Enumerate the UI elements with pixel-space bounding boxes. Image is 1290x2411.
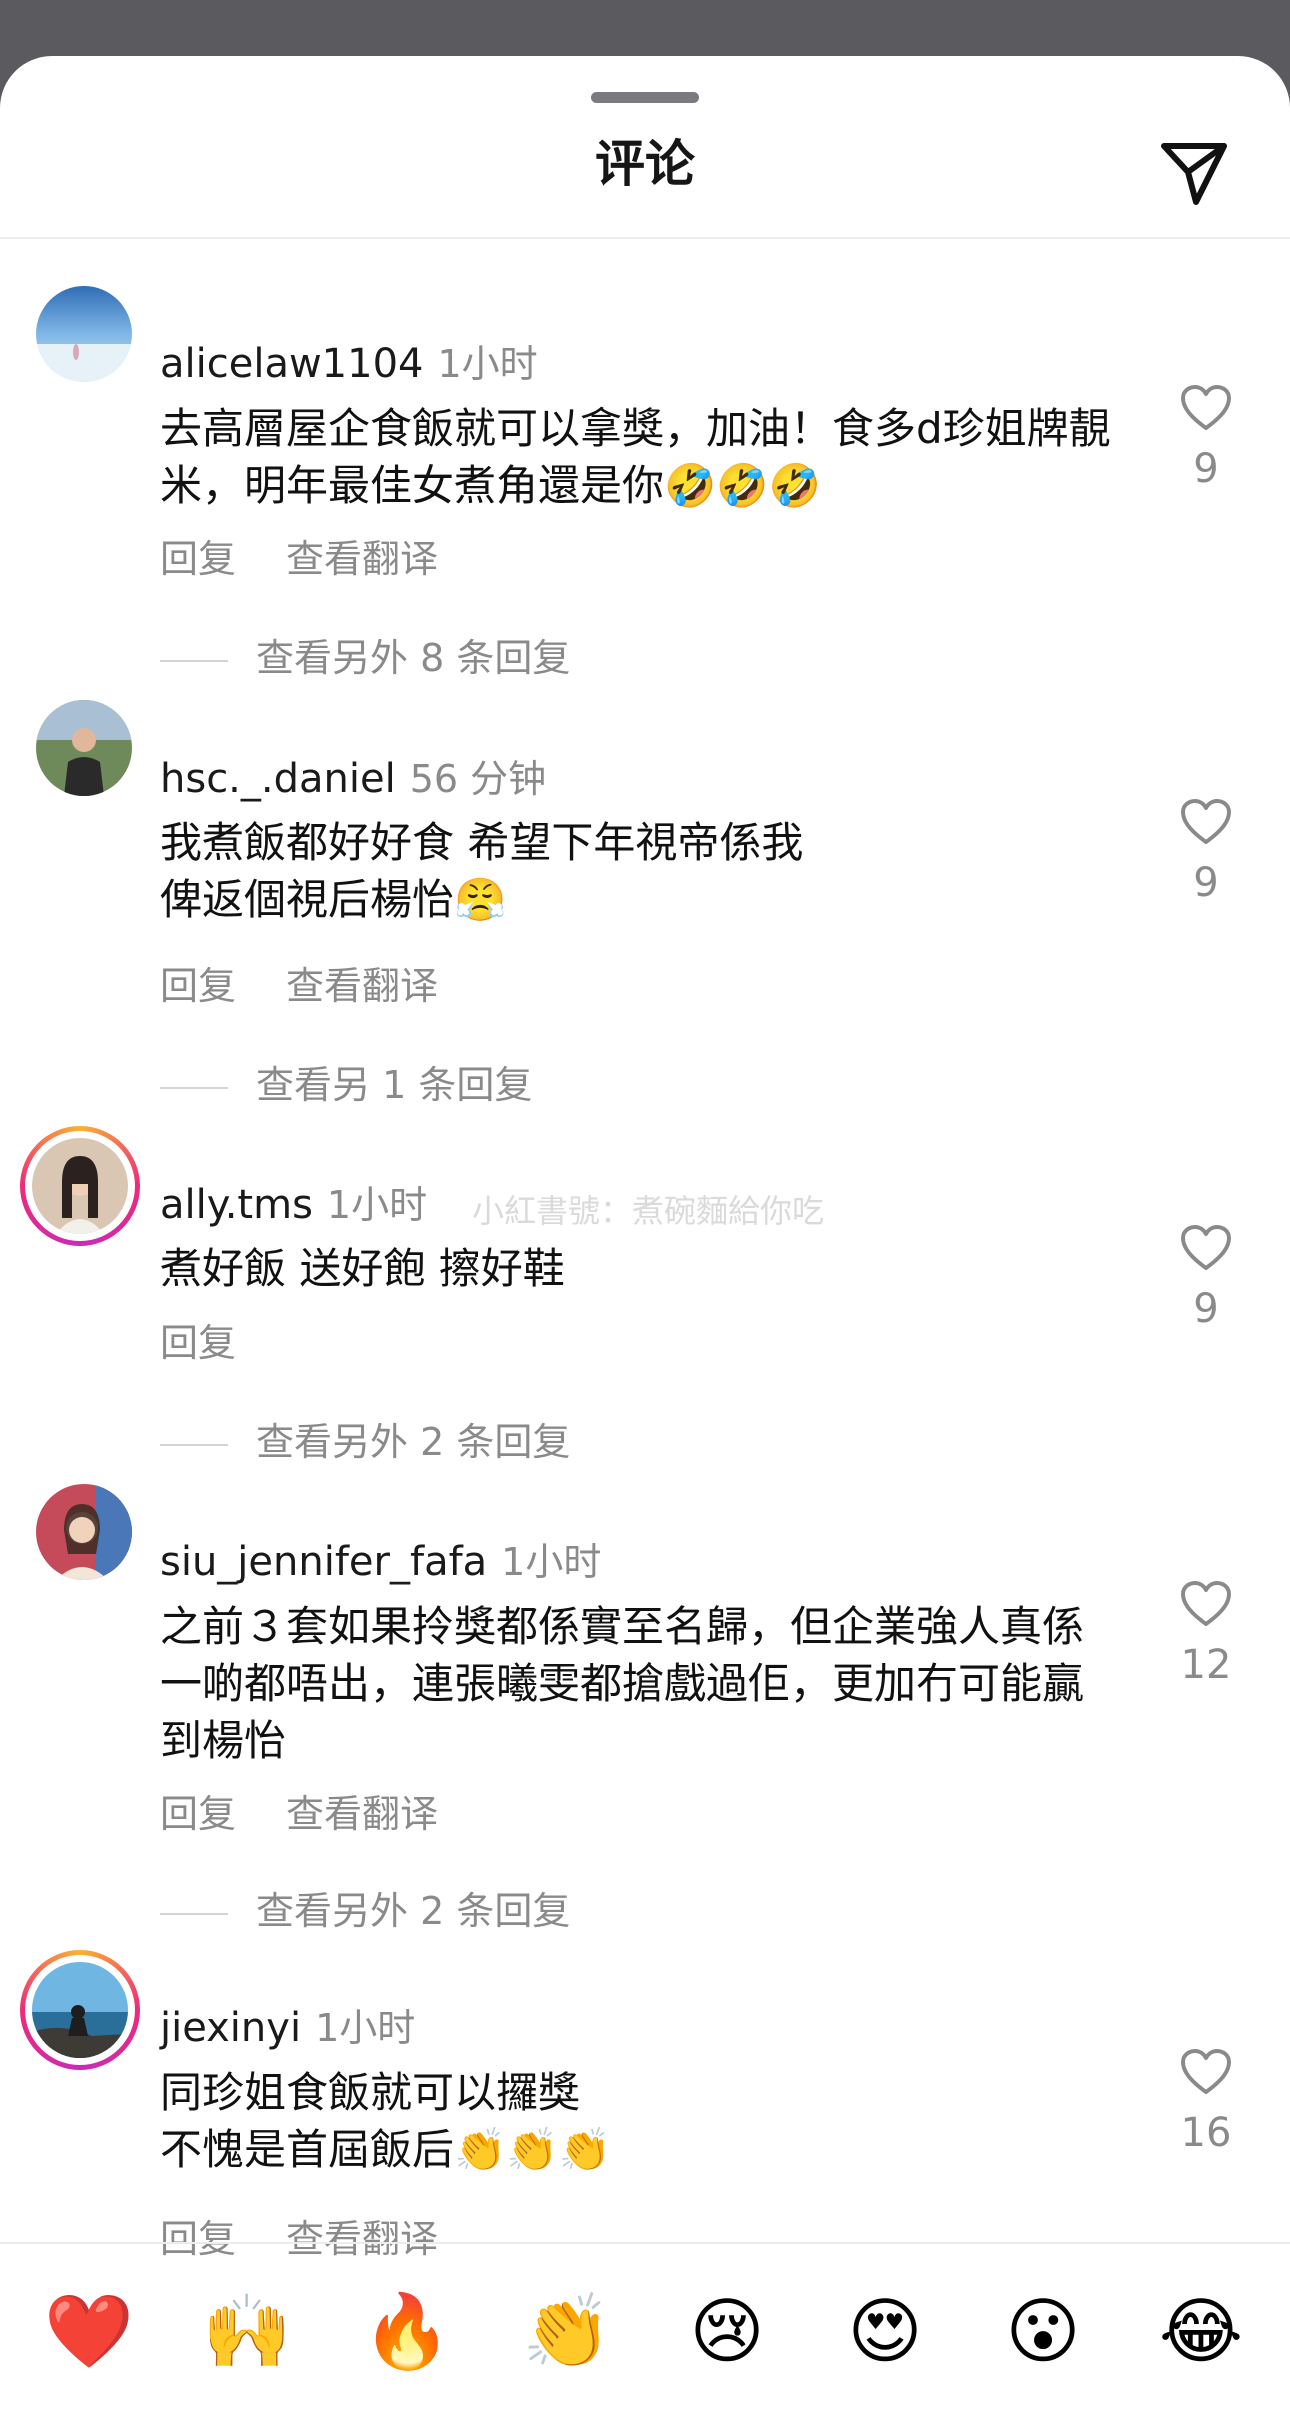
comment-text: 同珍姐食飯就可以攞獎 不愧是首屆飯后👏👏👏: [160, 2068, 611, 2174]
view-replies-button[interactable]: 查看另 1 条回复: [160, 1060, 532, 1110]
reply-divider: [160, 1086, 228, 1089]
woman-portrait-avatar-icon: [32, 1138, 128, 1234]
send-button[interactable]: [1158, 136, 1230, 208]
comment-username[interactable]: alicelaw1104: [160, 341, 423, 387]
heart-icon: [1181, 1225, 1231, 1270]
avatar[interactable]: [20, 1950, 140, 2070]
comments-sheet: 评论 alicelaw1104 1小时 去高層屋企食飯就可以拿獎，加油！食多d珍姐…: [0, 56, 1290, 2411]
heart-icon: [1181, 1581, 1231, 1626]
emoji-clapping-hands-button[interactable]: 👏: [512, 2276, 622, 2386]
avatar[interactable]: [36, 286, 132, 382]
emoji-crying-face-button[interactable]: 😢: [672, 2276, 782, 2386]
comment-time: 56 分钟: [409, 757, 547, 801]
emoji-surprised-face-button[interactable]: 😮: [988, 2276, 1098, 2386]
sheet-grabber[interactable]: [591, 92, 699, 103]
avatar[interactable]: [20, 1126, 140, 1246]
like-button[interactable]: 12: [1166, 1580, 1246, 1690]
heart-icon: [1181, 385, 1231, 430]
man-outdoors-avatar-icon: [36, 700, 132, 796]
avatar[interactable]: [36, 700, 132, 796]
view-replies-button[interactable]: 查看另外 8 条回复: [160, 633, 570, 683]
reply-divider: [160, 659, 228, 662]
reply-button[interactable]: 回复: [160, 1792, 236, 1836]
see-translation-button[interactable]: 查看翻译: [286, 964, 438, 1008]
comment-username[interactable]: jiexinyi: [160, 2005, 301, 2051]
reply-button[interactable]: 回复: [160, 537, 236, 581]
view-replies-label: 查看另 1 条回复: [256, 1063, 533, 1107]
header-divider: [0, 237, 1290, 239]
like-count: 16: [1180, 2110, 1232, 2156]
emoji-raising-hands-button[interactable]: 🙌: [192, 2276, 302, 2386]
comment-username[interactable]: siu_jennifer_fafa: [160, 1539, 487, 1585]
view-replies-button[interactable]: 查看另外 2 条回复: [160, 1417, 570, 1467]
like-button[interactable]: 9: [1166, 384, 1246, 494]
comment-time: 1小时: [315, 2006, 416, 2050]
see-translation-button[interactable]: 查看翻译: [286, 1792, 438, 1836]
paper-plane-icon: [1161, 143, 1227, 205]
woman-selfie-avatar-icon: [36, 1484, 132, 1580]
view-replies-label: 查看另外 8 条回复: [256, 636, 571, 680]
reply-button[interactable]: 回复: [160, 2217, 236, 2261]
like-button[interactable]: 9: [1166, 798, 1246, 908]
emoji-reaction-bar: ❤️ 🙌 🔥 👏 😢 😍 😮 😂: [0, 2276, 1290, 2386]
view-replies-button[interactable]: 查看另外 2 条回复: [160, 1886, 570, 1936]
comment-time: 1小时: [501, 1540, 602, 1584]
comment-text: 去高層屋企食飯就可以拿獎，加油！食多d珍姐牌靚米，明年最佳女煮角還是你🤣🤣🤣: [160, 404, 1111, 510]
emoji-tears-of-joy-button[interactable]: 😂: [1146, 2276, 1256, 2386]
emoji-fire-button[interactable]: 🔥: [352, 2276, 462, 2386]
reply-button[interactable]: 回复: [160, 964, 236, 1008]
comment-text: 煮好飯 送好飽 擦好鞋: [160, 1244, 565, 1293]
page-title: 评论: [595, 135, 695, 193]
reply-divider: [160, 1443, 228, 1446]
heart-icon: [1181, 2049, 1231, 2094]
reply-divider: [160, 1912, 228, 1915]
comment-username[interactable]: hsc._.daniel: [160, 756, 396, 802]
comment-text: 我煮飯都好好食 希望下年視帝係我 俾返個視后楊怡😤: [160, 818, 804, 924]
comment-time: 1小时: [326, 1183, 428, 1227]
see-translation-button[interactable]: 查看翻译: [286, 537, 438, 581]
heart-icon: [1181, 799, 1231, 844]
emoji-bar-divider: [0, 2242, 1290, 2244]
seaside-avatar-icon: [32, 1962, 128, 2058]
like-count: 9: [1193, 1286, 1219, 1332]
like-count: 9: [1193, 446, 1219, 492]
beach-sunset-avatar-icon: [36, 286, 132, 382]
like-count: 9: [1193, 860, 1219, 906]
reply-button[interactable]: 回复: [160, 1321, 236, 1365]
like-button[interactable]: 9: [1166, 1224, 1246, 1334]
emoji-heart-eyes-button[interactable]: 😍: [830, 2276, 940, 2386]
comment-text: 之前３套如果拎獎都係實至名歸，但企業強人真係一啲都唔出，連張曦雯都搶戲過佢，更加…: [160, 1602, 1085, 1765]
emoji-red-heart-button[interactable]: ❤️: [34, 2276, 144, 2386]
comment-username[interactable]: ally.tms: [160, 1182, 313, 1228]
like-button[interactable]: 16: [1166, 2048, 1246, 2158]
view-replies-label: 查看另外 2 条回复: [256, 1420, 571, 1464]
comment-time: 1小时: [437, 342, 538, 386]
view-replies-label: 查看另外 2 条回复: [256, 1889, 571, 1933]
like-count: 12: [1180, 1642, 1232, 1688]
avatar[interactable]: [36, 1484, 132, 1580]
watermark: 小紅書號：煮碗麵給你吃: [472, 1192, 825, 1230]
see-translation-button[interactable]: 查看翻译: [286, 2217, 438, 2261]
